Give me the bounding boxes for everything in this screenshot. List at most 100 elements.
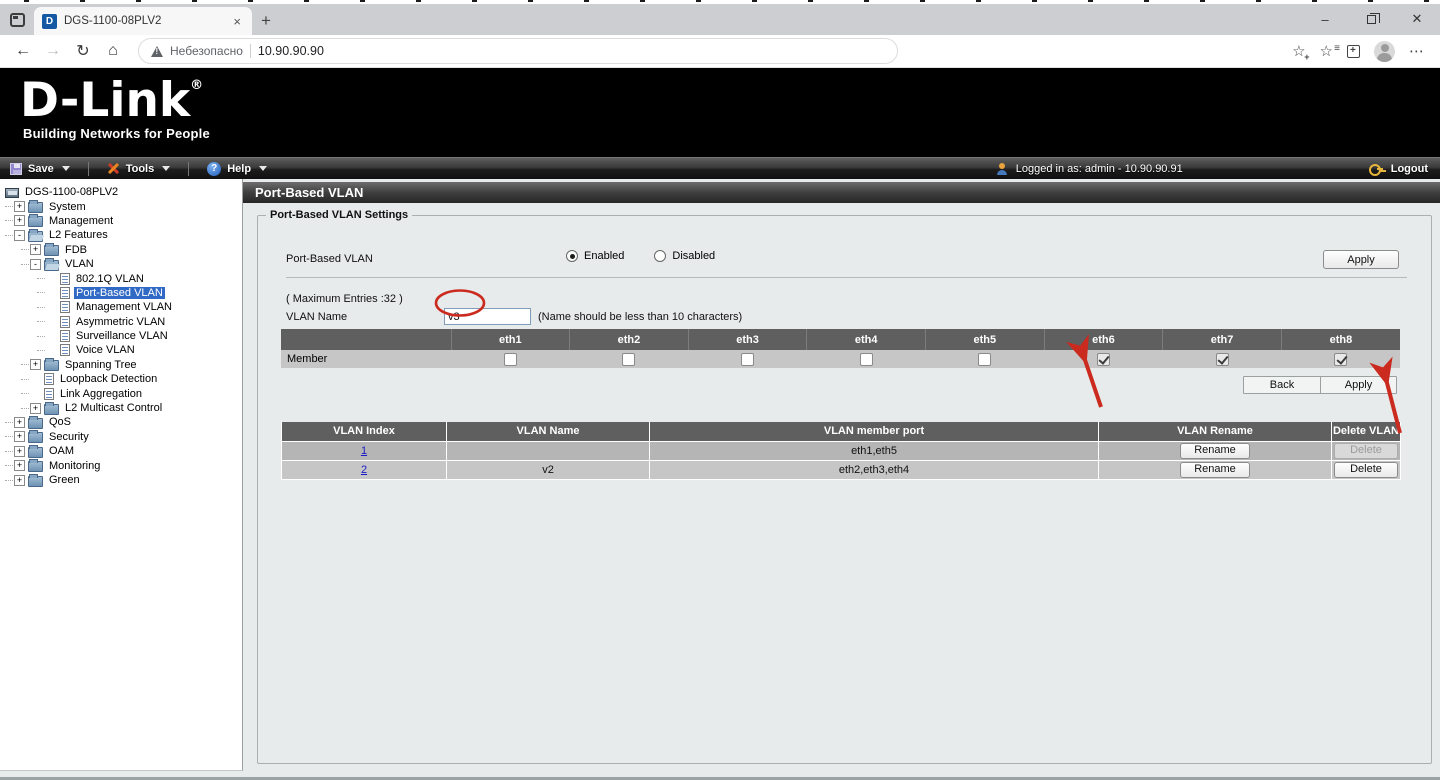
member-cell-eth5 (926, 350, 1045, 368)
member-checkbox-eth3[interactable] (741, 353, 754, 366)
member-cell-eth4 (807, 350, 926, 368)
sidebar-item-port-based-vlan[interactable]: Port-Based VLAN (0, 286, 242, 300)
vlan-member-port-cell: eth2,eth3,eth4 (650, 460, 1099, 479)
apply-state-button[interactable]: Apply (1323, 250, 1399, 269)
new-tab-button[interactable]: + (252, 7, 280, 35)
sidebar-item-l2-features[interactable]: -L2 Features (0, 228, 242, 242)
sidebar-item-fdb[interactable]: +FDB (0, 243, 242, 257)
minimize-button[interactable]: – (1302, 4, 1348, 34)
vlan-index-link-1[interactable]: 1 (361, 445, 367, 457)
device-toolbar: Save Tools ? Help Logged in as: admin - … (0, 157, 1440, 179)
expand-icon[interactable]: + (14, 431, 25, 442)
home-icon[interactable]: ⌂ (100, 38, 126, 64)
collapse-icon[interactable]: - (14, 230, 25, 241)
member-checkbox-eth5[interactable] (978, 353, 991, 366)
tree-connector (5, 206, 13, 207)
expand-icon[interactable]: + (14, 201, 25, 212)
vlan-row-1: 1eth1,eth5RenameDelete (282, 441, 1401, 460)
port-header-blank (281, 329, 451, 350)
back-button[interactable]: Back (1243, 376, 1321, 394)
member-checkbox-eth8[interactable] (1334, 353, 1347, 366)
more-menu-icon[interactable]: ⋯ (1409, 42, 1424, 60)
expand-icon[interactable]: + (14, 460, 25, 471)
expand-icon[interactable]: + (14, 417, 25, 428)
sidebar-item-l2-multicast-control[interactable]: +L2 Multicast Control (0, 401, 242, 415)
tab-actions-button[interactable] (0, 7, 34, 33)
sidebar-item-dgs-1100-08plv2[interactable]: DGS-1100-08PLV2 (0, 185, 242, 199)
sidebar-item-loopback-detection[interactable]: Loopback Detection (0, 372, 242, 386)
security-warning-icon[interactable] (151, 46, 163, 57)
expand-icon[interactable]: + (30, 403, 41, 414)
workarea: DGS-1100-08PLV2+System+Management-L2 Fea… (0, 179, 1440, 777)
sidebar-item-link-aggregation[interactable]: Link Aggregation (0, 386, 242, 400)
vlan-name-hint: (Name should be less than 10 characters) (538, 311, 742, 323)
sidebar-item-vlan[interactable]: -VLAN (0, 257, 242, 271)
folder-icon (44, 404, 59, 415)
enabled-radio[interactable] (566, 250, 578, 262)
expand-icon[interactable]: + (14, 475, 25, 486)
close-button[interactable]: ✕ (1394, 4, 1440, 34)
disabled-radio[interactable] (654, 250, 666, 262)
section-divider (286, 277, 1407, 278)
sidebar-item-label: DGS-1100-08PLV2 (23, 186, 120, 198)
back-icon[interactable]: ← (10, 38, 36, 64)
sidebar-item-surveillance-vlan[interactable]: Surveillance VLAN (0, 329, 242, 343)
address-divider (250, 44, 251, 58)
tools-menu[interactable]: Tools (97, 162, 181, 175)
logout-button[interactable]: Logout (1391, 163, 1428, 175)
forward-icon[interactable]: → (40, 38, 66, 64)
restore-button[interactable] (1348, 4, 1394, 34)
sidebar-item-label: Management (47, 215, 115, 227)
member-checkbox-eth2[interactable] (622, 353, 635, 366)
expand-icon[interactable]: + (14, 215, 25, 226)
collapse-icon[interactable]: - (30, 259, 41, 270)
add-favorite-icon[interactable]: ☆ (1292, 42, 1305, 60)
security-warning-label: Небезопасно (170, 44, 243, 58)
apply-members-button[interactable]: Apply (1320, 376, 1397, 394)
chevron-down-icon (259, 166, 267, 171)
favorites-bar-icon[interactable]: ☆ (1320, 42, 1333, 60)
sidebar-item-monitoring[interactable]: +Monitoring (0, 458, 242, 472)
delete-button-vlan-2[interactable]: Delete (1334, 462, 1398, 478)
sidebar-item-802-1q-vlan[interactable]: 802.1Q VLAN (0, 271, 242, 285)
member-checkbox-eth7[interactable] (1216, 353, 1229, 366)
help-menu[interactable]: ? Help (197, 162, 277, 176)
help-label: Help (227, 163, 251, 175)
expand-icon[interactable]: + (30, 359, 41, 370)
sidebar-item-oam[interactable]: +OAM (0, 444, 242, 458)
col-vlan-rename: VLAN Rename (1099, 422, 1332, 441)
address-input[interactable]: Небезопасно 10.90.90.90 (138, 38, 898, 64)
tree-connector (37, 336, 45, 337)
page-icon (60, 287, 70, 299)
sidebar-item-system[interactable]: +System (0, 199, 242, 213)
vlan-index-link-2[interactable]: 2 (361, 464, 367, 476)
sidebar-item-security[interactable]: +Security (0, 430, 242, 444)
member-checkbox-eth1[interactable] (504, 353, 517, 366)
sidebar-item-spanning-tree[interactable]: +Spanning Tree (0, 358, 242, 372)
browser-tab[interactable]: D DGS-1100-08PLV2 × (34, 7, 252, 35)
member-checkbox-eth6[interactable] (1097, 353, 1110, 366)
sidebar-item-voice-vlan[interactable]: Voice VLAN (0, 343, 242, 357)
save-menu[interactable]: Save (0, 163, 80, 175)
sidebar-item-management[interactable]: + Management (0, 214, 242, 228)
sidebar-item-green[interactable]: +Green (0, 473, 242, 487)
expand-icon[interactable]: + (14, 446, 25, 457)
rename-button-vlan-1[interactable]: Rename (1180, 443, 1250, 459)
port-header-eth8: eth8 (1281, 329, 1400, 350)
profile-avatar[interactable] (1374, 41, 1395, 62)
sidebar-item-management-vlan[interactable]: Management VLAN (0, 300, 242, 314)
tree-connector (5, 220, 13, 221)
tree-connector (37, 350, 45, 351)
sidebar-item-qos[interactable]: +QoS (0, 415, 242, 429)
expand-icon[interactable]: + (30, 244, 41, 255)
vlan-name-input[interactable] (444, 308, 531, 325)
sidebar-item-asymmetric-vlan[interactable]: Asymmetric VLAN (0, 315, 242, 329)
rename-button-vlan-2[interactable]: Rename (1180, 462, 1250, 478)
vlan-list-table: VLAN Index VLAN Name VLAN member port VL… (281, 422, 1401, 480)
vlan-name-cell: v2 (447, 460, 650, 479)
collections-icon[interactable] (1347, 45, 1360, 58)
member-checkbox-eth4[interactable] (860, 353, 873, 366)
tab-close-icon[interactable]: × (230, 14, 244, 29)
sidebar-item-label: Port-Based VLAN (74, 287, 165, 299)
refresh-icon[interactable]: ↻ (70, 38, 96, 64)
